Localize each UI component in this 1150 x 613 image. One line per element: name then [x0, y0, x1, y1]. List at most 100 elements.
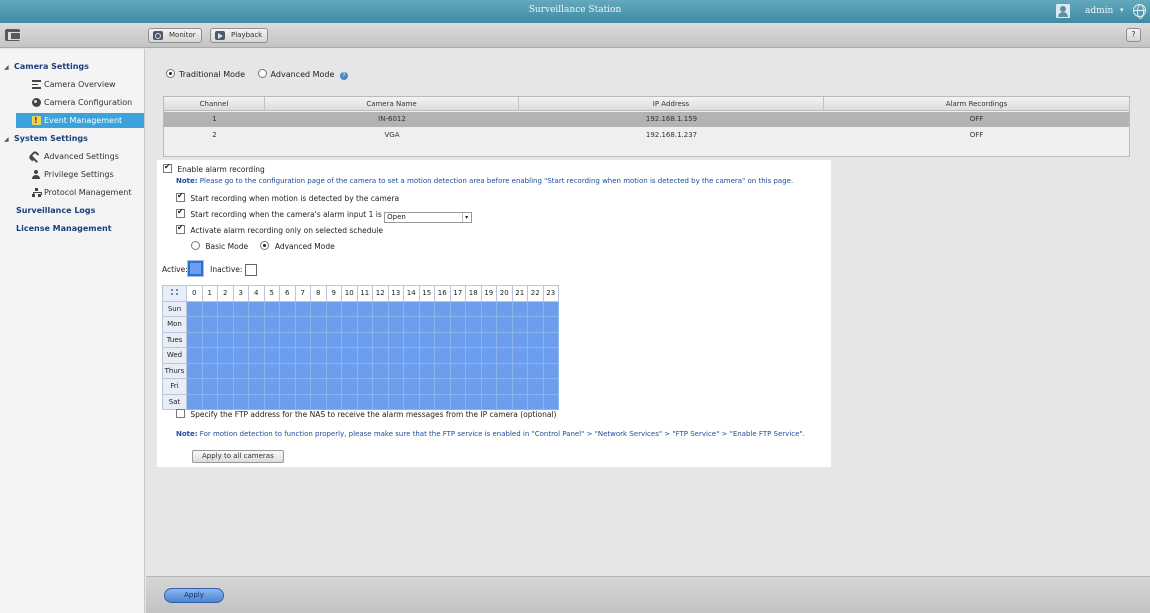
schedule-slot[interactable]	[372, 347, 389, 364]
schedule-slot[interactable]	[325, 300, 342, 317]
info-icon[interactable]: ?	[339, 72, 348, 80]
schedule-slot[interactable]	[480, 347, 497, 364]
schedule-hour-header[interactable]: 18	[465, 285, 482, 302]
schedule-slot[interactable]	[294, 378, 311, 395]
schedule-slot[interactable]	[511, 393, 528, 410]
schedule-slot[interactable]	[186, 331, 203, 348]
schedule-slot[interactable]	[294, 393, 311, 410]
column-header-channel[interactable]: Channel	[164, 97, 265, 111]
schedule-slot[interactable]	[387, 378, 404, 395]
schedule-slot[interactable]	[310, 393, 327, 410]
schedule-slot[interactable]	[434, 331, 451, 348]
schedule-slot[interactable]	[418, 300, 435, 317]
schedule-slot[interactable]	[449, 393, 466, 410]
schedule-slot[interactable]	[356, 378, 373, 395]
schedule-slot[interactable]	[294, 316, 311, 333]
schedule-slot[interactable]	[372, 362, 389, 379]
enable-alarm-checkbox[interactable]	[163, 162, 172, 173]
schedule-slot[interactable]	[403, 316, 420, 333]
schedule-slot[interactable]	[434, 393, 451, 410]
schedule-slot[interactable]	[496, 362, 513, 379]
schedule-slot[interactable]	[279, 362, 296, 379]
schedule-slot[interactable]	[403, 347, 420, 364]
sidebar-item-camera-overview[interactable]: Camera Overview	[16, 77, 144, 92]
alarm-input-select[interactable]: Open ▾	[384, 212, 473, 223]
schedule-slot[interactable]	[511, 362, 528, 379]
schedule-slot[interactable]	[372, 331, 389, 348]
schedule-slot[interactable]	[217, 362, 234, 379]
schedule-slot[interactable]	[232, 331, 249, 348]
schedule-slot[interactable]	[465, 300, 482, 317]
sidebar-group-system-settings[interactable]: ◢ System Settings	[4, 131, 88, 146]
schedule-slot[interactable]	[294, 300, 311, 317]
schedule-slot[interactable]	[201, 393, 218, 410]
schedule-slot[interactable]	[310, 300, 327, 317]
schedule-slot[interactable]	[434, 347, 451, 364]
schedule-slot[interactable]	[341, 362, 358, 379]
schedule-slot[interactable]	[263, 347, 280, 364]
schedule-slot[interactable]	[527, 347, 544, 364]
schedule-slot[interactable]	[372, 300, 389, 317]
schedule-slot[interactable]	[263, 331, 280, 348]
table-row[interactable]: 1 IN-6012 192.168.1.159 OFF	[164, 112, 1129, 127]
schedule-slot[interactable]	[434, 362, 451, 379]
schedule-slot[interactable]	[248, 300, 265, 317]
schedule-slot[interactable]	[387, 300, 404, 317]
schedule-slot[interactable]	[325, 362, 342, 379]
schedule-slot[interactable]	[403, 362, 420, 379]
schedule-slot[interactable]	[418, 362, 435, 379]
schedule-slot[interactable]	[511, 378, 528, 395]
schedule-slot[interactable]	[201, 378, 218, 395]
column-header-ip-address[interactable]: IP Address	[519, 97, 824, 111]
schedule-slot[interactable]	[294, 347, 311, 364]
schedule-slot[interactable]	[542, 347, 559, 364]
schedule-slot[interactable]	[418, 393, 435, 410]
sidebar-item-protocol-management[interactable]: Protocol Management	[16, 185, 144, 200]
schedule-slot[interactable]	[217, 316, 234, 333]
schedule-day-header[interactable]: Sat	[162, 393, 187, 410]
schedule-slot[interactable]	[341, 300, 358, 317]
schedule-slot[interactable]	[449, 316, 466, 333]
schedule-slot[interactable]	[356, 331, 373, 348]
schedule-slot[interactable]	[201, 331, 218, 348]
schedule-slot[interactable]	[201, 300, 218, 317]
schedule-slot[interactable]	[232, 300, 249, 317]
schedule-slot[interactable]	[496, 347, 513, 364]
schedule-slot[interactable]	[186, 347, 203, 364]
schedule-slot[interactable]	[263, 378, 280, 395]
schedule-slot[interactable]	[465, 331, 482, 348]
schedule-slot[interactable]	[542, 378, 559, 395]
globe-icon[interactable]	[1133, 4, 1146, 19]
schedule-slot[interactable]	[403, 378, 420, 395]
schedule-slot[interactable]	[511, 347, 528, 364]
schedule-slot[interactable]	[387, 316, 404, 333]
sidebar-item-privilege-settings[interactable]: Privilege Settings	[16, 167, 144, 182]
schedule-slot[interactable]	[496, 331, 513, 348]
schedule-slot[interactable]	[496, 300, 513, 317]
user-menu-caret-icon[interactable]: ▾	[1120, 6, 1124, 14]
schedule-slot[interactable]	[217, 300, 234, 317]
schedule-hour-header[interactable]: 4	[248, 285, 265, 302]
schedule-slot[interactable]	[387, 393, 404, 410]
schedule-hour-header[interactable]: 21	[511, 285, 528, 302]
schedule-slot[interactable]	[310, 316, 327, 333]
inactive-swatch[interactable]	[244, 264, 257, 276]
schedule-hour-header[interactable]: 6	[279, 285, 296, 302]
schedule-slot[interactable]	[356, 347, 373, 364]
monitor-button[interactable]: Monitor	[148, 28, 202, 43]
schedule-slot[interactable]	[248, 347, 265, 364]
schedule-slot[interactable]	[465, 362, 482, 379]
schedule-slot[interactable]	[310, 347, 327, 364]
schedule-slot[interactable]	[372, 316, 389, 333]
schedule-slot[interactable]	[418, 347, 435, 364]
schedule-slot[interactable]	[542, 300, 559, 317]
schedule-slot[interactable]	[325, 331, 342, 348]
alarm-input-checkbox[interactable]	[176, 207, 185, 218]
schedule-slot[interactable]	[341, 331, 358, 348]
schedule-slot[interactable]	[387, 347, 404, 364]
schedule-slot[interactable]	[449, 362, 466, 379]
table-row[interactable]: 2 VGA 192.168.1.237 OFF	[164, 128, 1129, 143]
schedule-slot[interactable]	[527, 393, 544, 410]
schedule-slot[interactable]	[387, 362, 404, 379]
schedule-slot[interactable]	[248, 362, 265, 379]
